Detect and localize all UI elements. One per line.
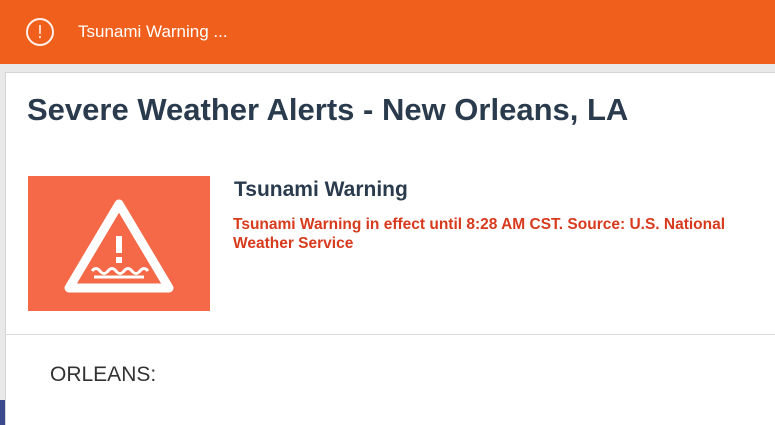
alerts-panel: Severe Weather Alerts - New Orleans, LA …	[5, 72, 775, 425]
exclamation-circle-icon: !	[26, 18, 54, 46]
divider	[6, 334, 775, 335]
banner-text: Tsunami Warning ...	[78, 22, 228, 41]
tsunami-warning-triangle-icon	[64, 199, 174, 293]
alert-banner[interactable]: ! Tsunami Warning ...	[0, 0, 775, 64]
alert-description: Tsunami Warning in effect until 8:28 AM …	[233, 216, 726, 252]
area-label: ORLEANS:	[50, 363, 157, 386]
page-title: Severe Weather Alerts - New Orleans, LA	[27, 92, 629, 127]
alert-title[interactable]: Tsunami Warning	[234, 178, 408, 202]
alert-image	[28, 176, 210, 311]
